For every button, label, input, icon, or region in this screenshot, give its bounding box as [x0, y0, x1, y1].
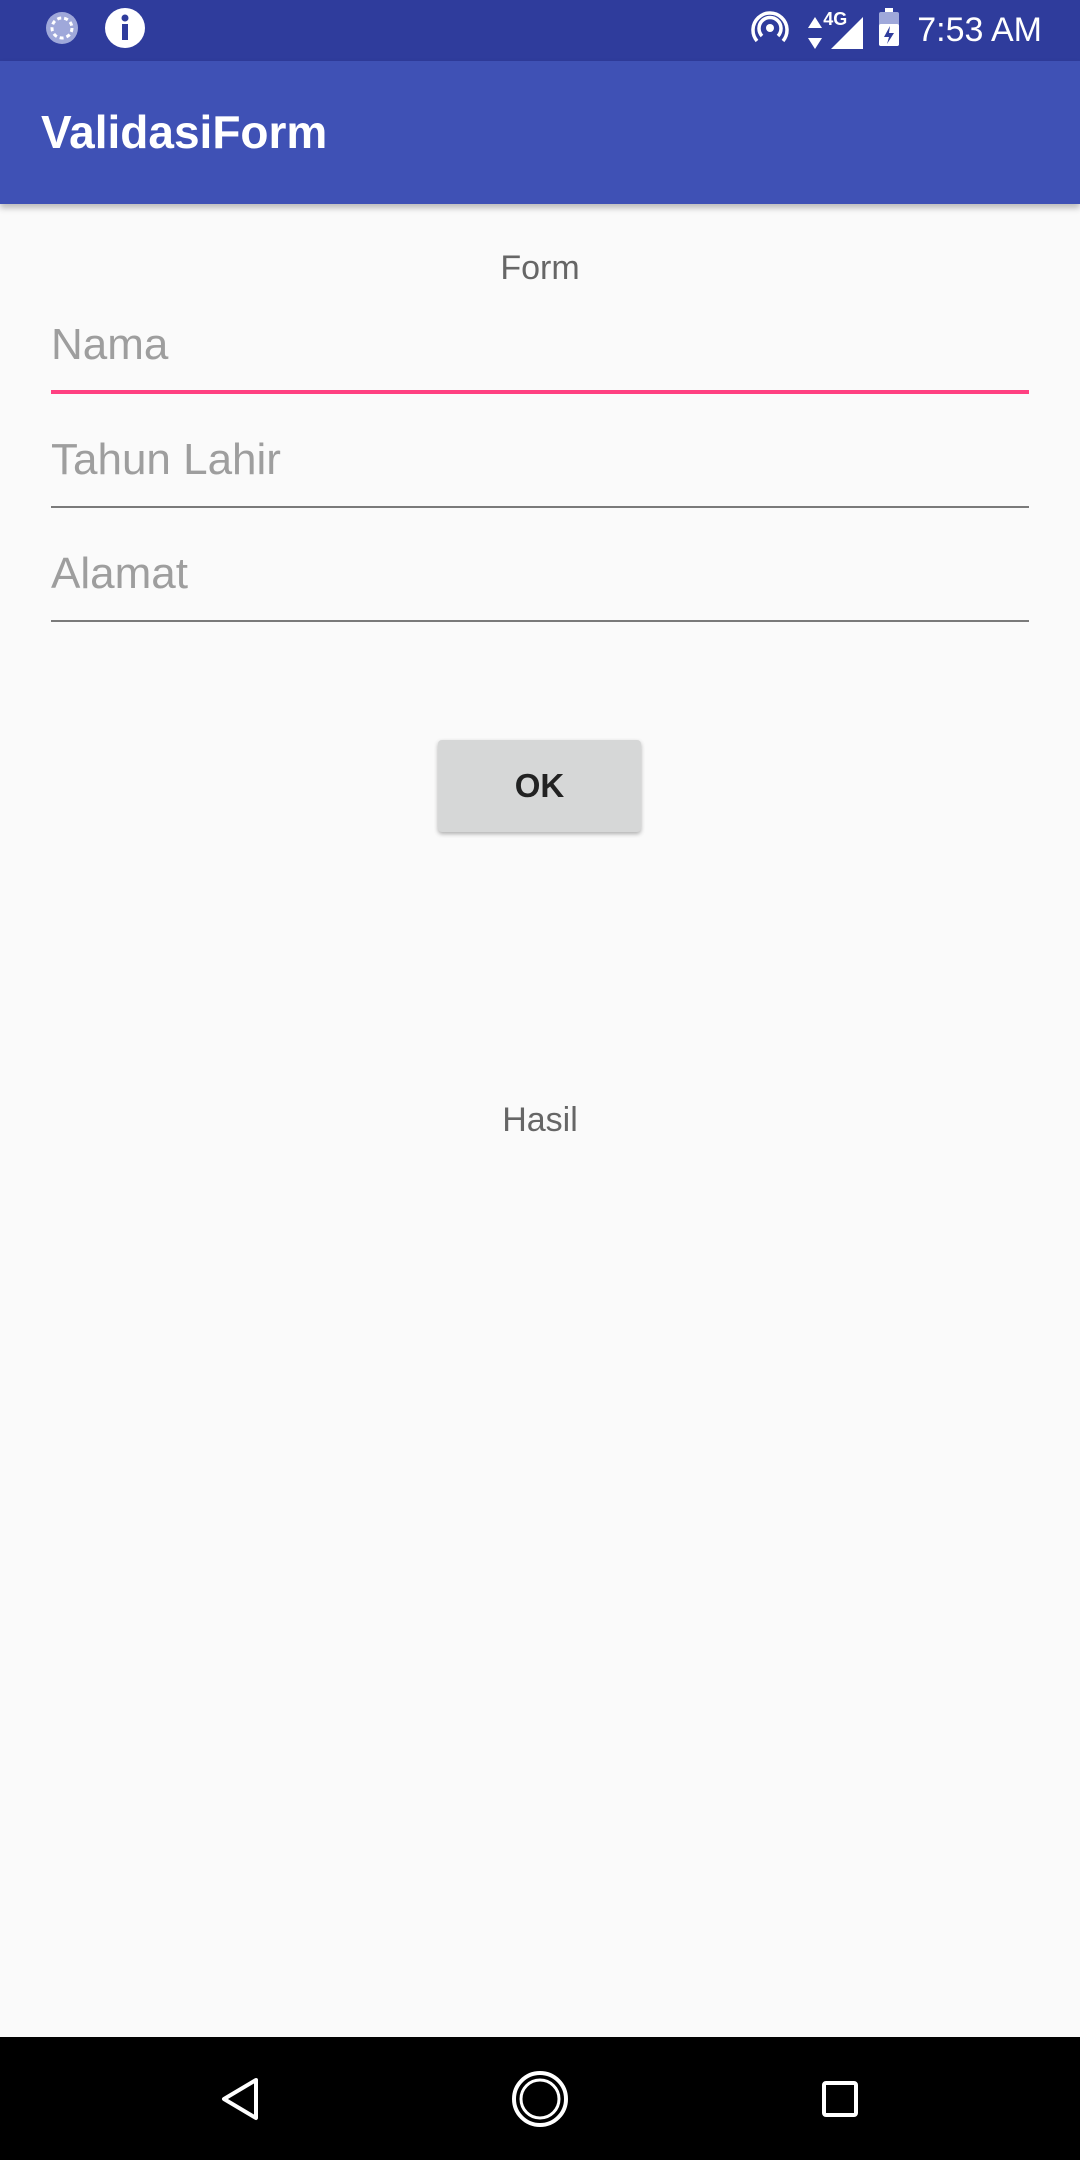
status-left-icons [44, 8, 146, 53]
ok-button[interactable]: OK [438, 740, 641, 832]
form-content: Form OK Hasil [0, 204, 1080, 2037]
info-icon [104, 7, 146, 54]
home-button[interactable] [470, 2037, 610, 2160]
recents-icon [822, 2080, 858, 2117]
status-time: 7:53 AM [917, 11, 1042, 49]
navigation-bar [0, 2037, 1080, 2160]
result-label: Hasil [502, 1101, 578, 1139]
data-arrows-icon: 4G [805, 9, 864, 51]
sync-icon [44, 10, 80, 51]
back-icon [222, 2077, 258, 2120]
tahun-lahir-input[interactable] [51, 428, 1029, 508]
back-button[interactable] [170, 2037, 310, 2160]
status-right-icons: 4G 7:53 AM [751, 8, 1042, 53]
hotspot-icon [751, 9, 789, 52]
form-heading: Form [500, 249, 580, 287]
signal-icon [831, 16, 864, 49]
home-icon [512, 2070, 568, 2127]
nama-input[interactable] [51, 314, 1029, 394]
alamat-input[interactable] [51, 542, 1029, 622]
status-bar: 4G 7:53 AM [0, 0, 1080, 61]
battery-icon [877, 8, 901, 53]
app-title: ValidasiForm [41, 106, 328, 158]
recents-button[interactable] [770, 2037, 910, 2160]
app-bar: ValidasiForm [0, 61, 1080, 204]
